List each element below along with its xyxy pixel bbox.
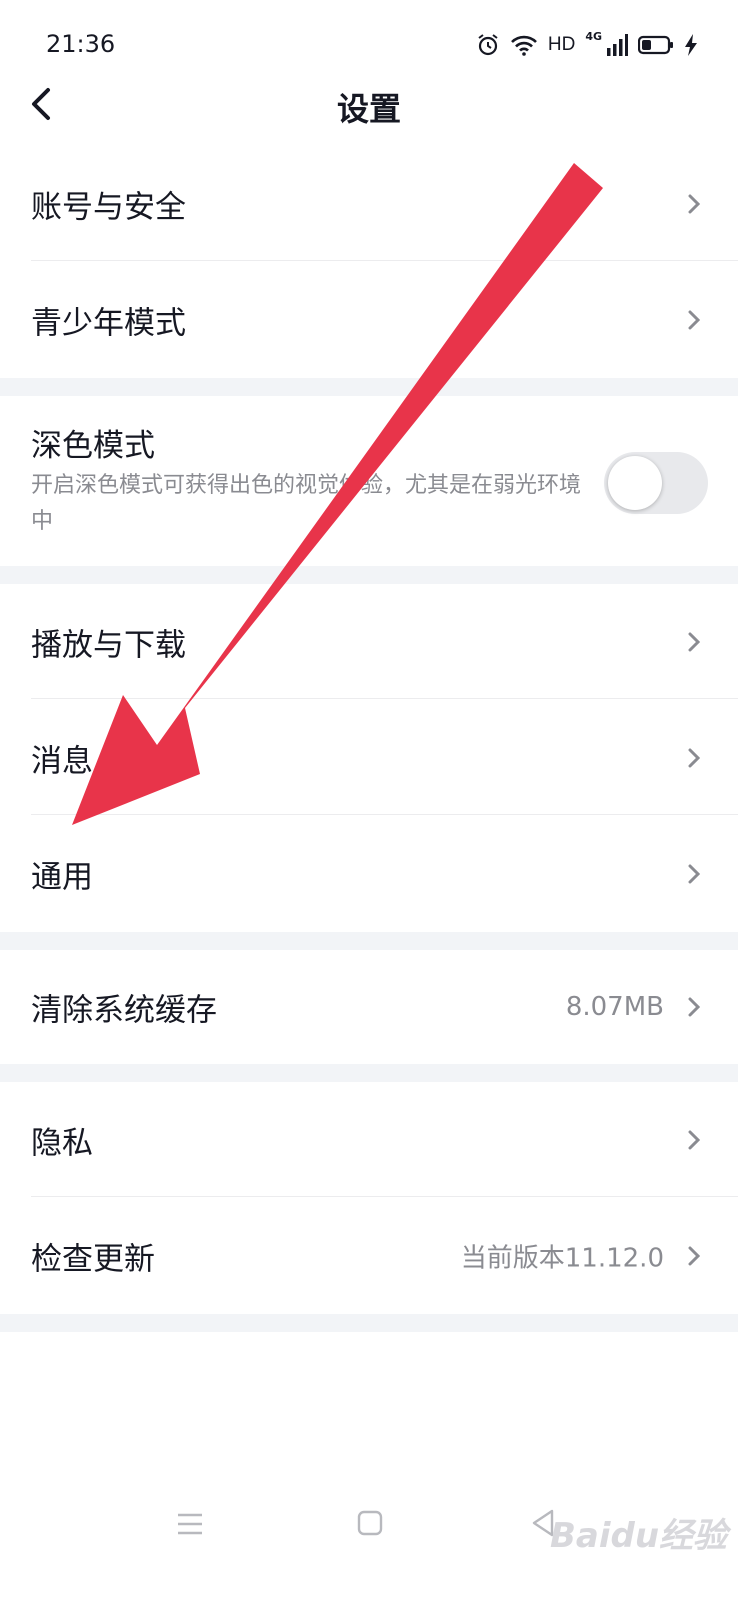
signal-icon bbox=[607, 34, 628, 56]
settings-item-clear-cache[interactable]: 清除系统缓存 8.07MB bbox=[0, 950, 738, 1064]
chevron-right-icon bbox=[688, 194, 700, 214]
chevron-right-icon bbox=[688, 632, 700, 652]
toggle-knob bbox=[608, 456, 662, 510]
dark-mode-toggle[interactable] bbox=[604, 452, 708, 514]
home-icon[interactable] bbox=[357, 1510, 383, 1536]
divider bbox=[31, 698, 738, 699]
divider bbox=[31, 1196, 738, 1197]
settings-group-account: 账号与安全 青少年模式 bbox=[0, 146, 738, 378]
status-time: 21:36 bbox=[46, 30, 116, 58]
settings-item-label: 青少年模式 bbox=[31, 305, 186, 342]
settings-item-label: 播放与下载 bbox=[31, 627, 186, 664]
settings-item-playback-download[interactable]: 播放与下载 bbox=[0, 584, 738, 700]
chevron-right-icon bbox=[688, 1246, 700, 1266]
page-title: 设置 bbox=[336, 90, 401, 128]
settings-item-label: 消息 bbox=[31, 743, 93, 780]
settings-group-privacy: 隐私 检查更新 当前版本11.12.0 bbox=[0, 1082, 738, 1314]
status-icons: HD 4G bbox=[476, 30, 698, 60]
section-gap bbox=[0, 1314, 738, 1332]
battery-icon bbox=[638, 35, 673, 55]
chevron-right-icon bbox=[688, 997, 700, 1017]
section-gap bbox=[0, 1064, 738, 1082]
divider bbox=[31, 814, 738, 815]
settings-item-dark-mode: 深色模式 开启深色模式可获得出色的视觉体验，尤其是在弱光环境中 bbox=[0, 396, 738, 566]
settings-item-label: 通用 bbox=[31, 859, 93, 896]
dark-mode-title: 深色模式 bbox=[31, 428, 155, 464]
settings-item-account-security[interactable]: 账号与安全 bbox=[0, 146, 738, 262]
current-version-value: 当前版本11.12.0 bbox=[460, 1243, 664, 1274]
section-gap bbox=[0, 378, 738, 396]
hd-indicator: HD bbox=[547, 34, 576, 55]
divider bbox=[31, 260, 738, 261]
settings-item-privacy[interactable]: 隐私 bbox=[0, 1082, 738, 1198]
settings-item-teen-mode[interactable]: 青少年模式 bbox=[0, 262, 738, 378]
chevron-right-icon bbox=[688, 864, 700, 884]
dark-mode-description: 开启深色模式可获得出色的视觉体验，尤其是在弱光环境中 bbox=[31, 473, 582, 534]
charging-icon bbox=[685, 34, 697, 56]
wifi-icon bbox=[510, 35, 537, 56]
chevron-right-icon bbox=[688, 748, 700, 768]
settings-item-label: 检查更新 bbox=[31, 1241, 155, 1278]
section-gap bbox=[0, 932, 738, 950]
settings-item-messages[interactable]: 消息 bbox=[0, 700, 738, 816]
settings-item-general[interactable]: 通用 bbox=[0, 816, 738, 932]
section-gap bbox=[0, 566, 738, 584]
top-bar: 设置 bbox=[0, 70, 738, 150]
settings-group-cache: 清除系统缓存 8.07MB bbox=[0, 950, 738, 1064]
chevron-right-icon bbox=[688, 1130, 700, 1150]
network-type: 4G bbox=[585, 30, 602, 43]
menu-icon[interactable] bbox=[176, 1510, 204, 1538]
settings-item-label: 账号与安全 bbox=[31, 189, 186, 226]
settings-item-check-update[interactable]: 检查更新 当前版本11.12.0 bbox=[0, 1198, 738, 1314]
settings-item-label: 清除系统缓存 bbox=[31, 992, 217, 1029]
baidu-watermark: Baidu经验 bbox=[550, 1516, 728, 1556]
chevron-right-icon bbox=[688, 310, 700, 330]
cache-size-value: 8.07MB bbox=[565, 992, 664, 1022]
alarm-icon bbox=[478, 34, 498, 56]
settings-item-label: 隐私 bbox=[31, 1125, 93, 1162]
settings-group-general: 播放与下载 消息 通用 bbox=[0, 584, 738, 932]
